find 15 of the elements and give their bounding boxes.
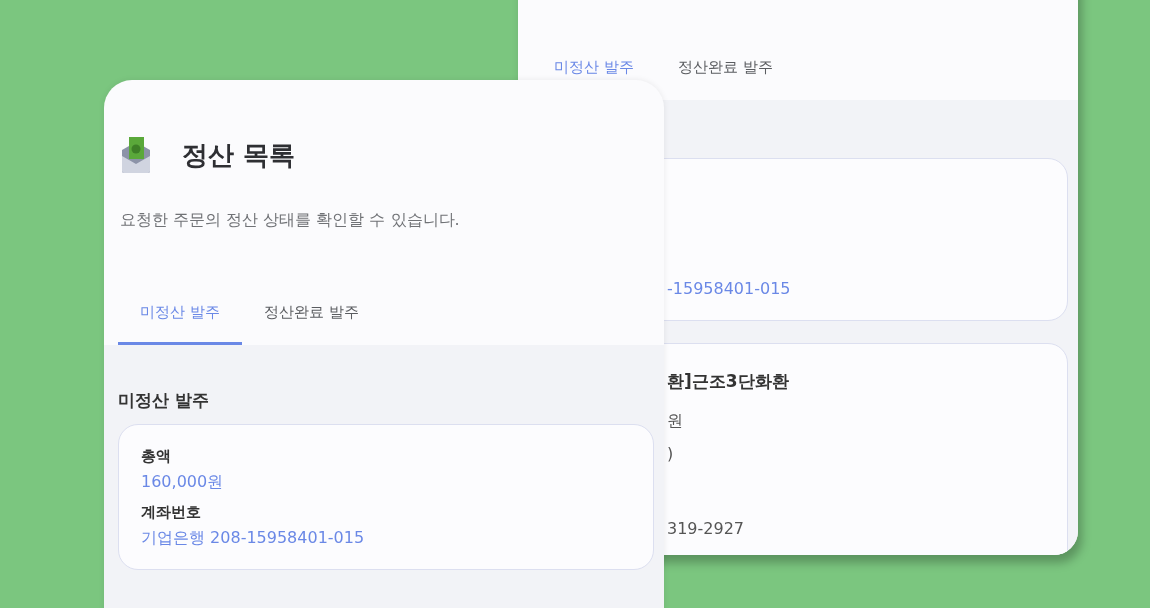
section-title: 미정산 발주 [118, 389, 210, 412]
field-value: 기업은행 208-15958401-015 [141, 528, 366, 549]
tab[interactable]: 정산완료 발주 [655, 58, 795, 77]
item-text: ) [667, 444, 675, 463]
item-text: 원 [667, 411, 684, 432]
account-number: -15958401-015 [667, 279, 792, 298]
field-value: 160,000원 [141, 472, 225, 493]
item-title: 환]근조3단화환 [667, 370, 790, 393]
item-text: 319-2927 [667, 519, 746, 538]
tab[interactable]: 정산완료 발주 [241, 303, 381, 345]
money-envelope-icon [120, 136, 152, 174]
page-title: 정산 목록 [182, 138, 296, 172]
field-label: 총액 [141, 447, 172, 466]
page-description: 요청한 주문의 정산 상태를 확인할 수 있습니다. [120, 210, 461, 231]
field-label: 계좌번호 [141, 503, 202, 522]
